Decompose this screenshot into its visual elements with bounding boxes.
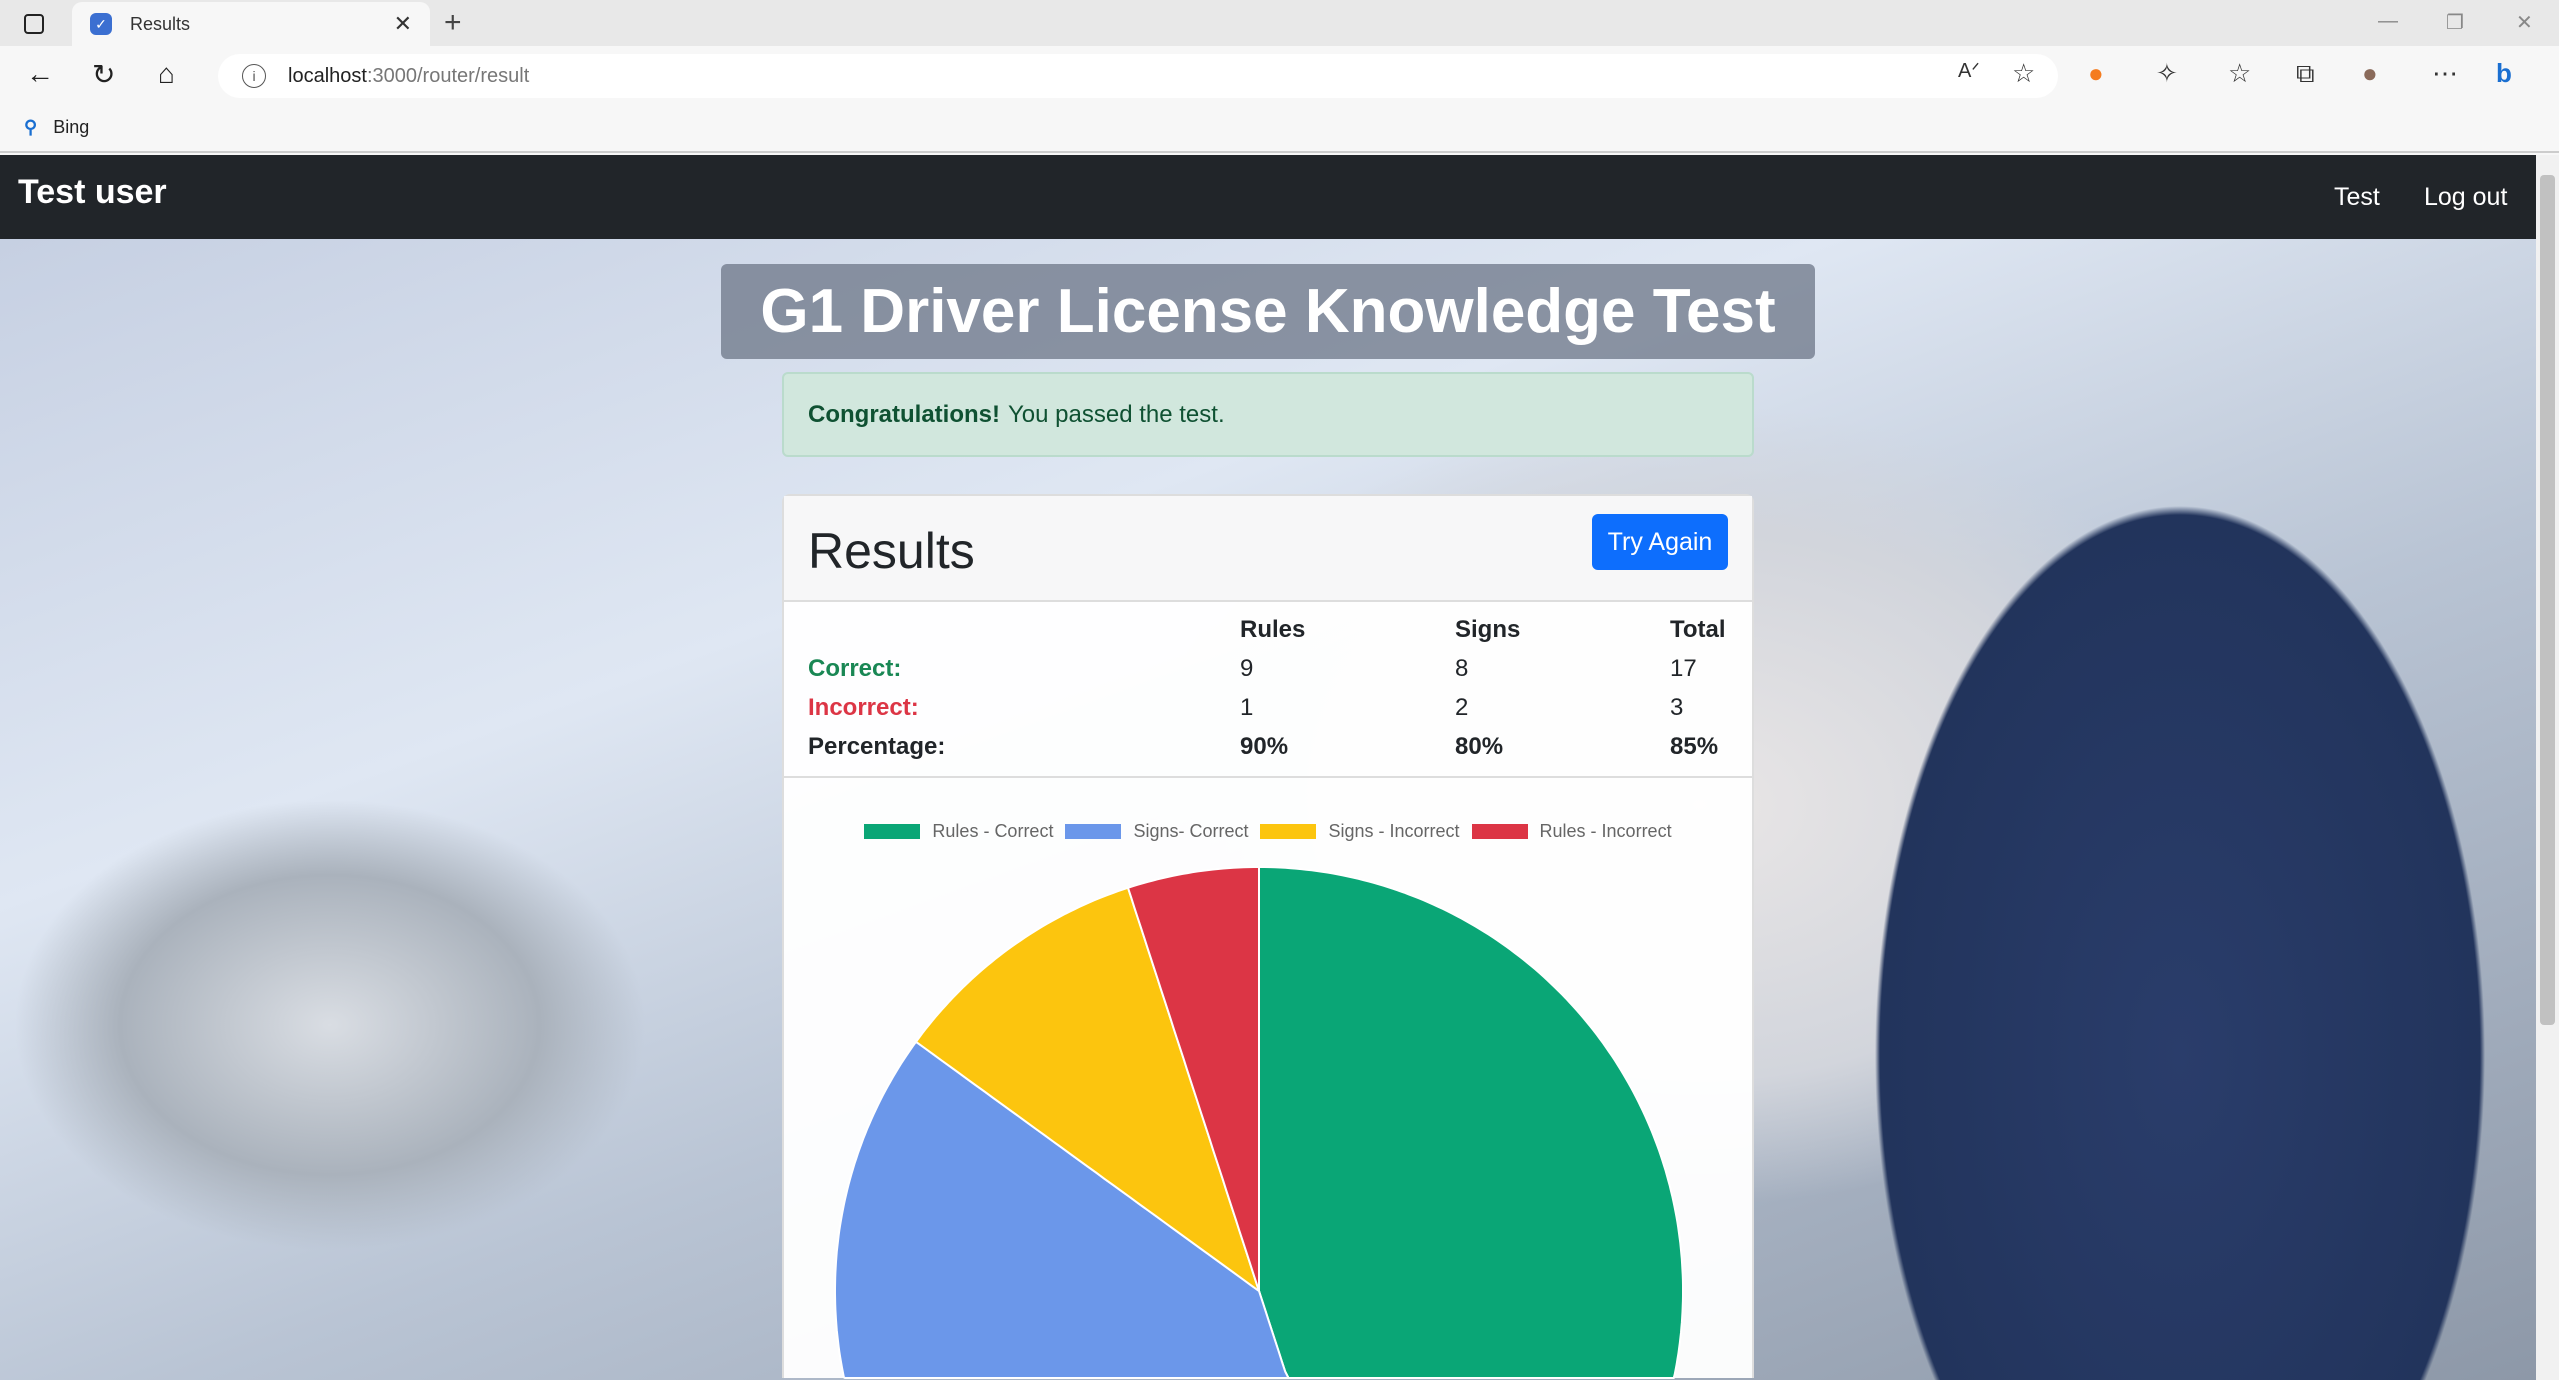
restore-icon[interactable]: ❐	[2446, 10, 2464, 35]
alert-strong: Congratulations!	[808, 400, 1000, 428]
legend-swatch	[1260, 824, 1317, 839]
url-host: localhost	[288, 64, 367, 87]
legend-label: Rules - Incorrect	[1539, 821, 1672, 841]
nav-link-logout[interactable]: Log out	[2424, 183, 2507, 212]
legend-swatch	[1471, 824, 1528, 839]
profile-avatar[interactable]: ●	[2362, 58, 2378, 89]
legend-item[interactable]: Signs - Incorrect	[1260, 821, 1460, 842]
page-content: Test user Test Log out G1 Driver License…	[0, 155, 2536, 1380]
reload-icon[interactable]: ↻	[92, 58, 115, 91]
nav-link-test[interactable]: Test	[2334, 183, 2380, 212]
extension-icon[interactable]: ●	[2088, 58, 2104, 89]
results-card: Results Try Again Rules Signs Total Corr…	[782, 494, 1754, 1379]
home-icon[interactable]: ⌂	[158, 58, 175, 90]
close-window-icon[interactable]: ✕	[2516, 10, 2533, 35]
read-aloud-icon[interactable]: Aᐟ	[1958, 58, 1980, 83]
scrollbar[interactable]	[2536, 155, 2559, 1380]
success-alert: Congratulations! You passed the test.	[782, 372, 1754, 457]
scrollbar-thumb[interactable]	[2540, 175, 2555, 1025]
pie-chart	[834, 866, 1684, 1379]
legend-swatch	[1065, 824, 1122, 839]
back-icon[interactable]: ←	[26, 58, 54, 90]
tab-bar: ✓ Results ✕ + — ❐ ✕	[0, 0, 2559, 46]
legend-item[interactable]: Signs- Correct	[1065, 821, 1248, 842]
checkbox-favicon-icon: ✓	[90, 13, 112, 35]
tab-title: Results	[130, 13, 191, 34]
legend-item[interactable]: Rules - Correct	[864, 821, 1053, 842]
collections-icon[interactable]: ⧉	[2296, 58, 2315, 90]
alert-text: You passed the test.	[1008, 400, 1225, 428]
page-title: G1 Driver License Knowledge Test	[721, 264, 1815, 359]
address-row: ← ↻ ⌂ i localhost:3000/router/result Aᐟ …	[0, 46, 2559, 103]
bing-copilot-icon[interactable]: b	[2496, 58, 2512, 89]
legend-swatch	[864, 824, 921, 839]
more-icon[interactable]: ⋯	[2432, 58, 2458, 89]
browser-tab[interactable]: ✓ Results ✕	[72, 2, 430, 46]
chart-legend: Rules - Correct Signs- Correct Signs - Inc…	[784, 821, 1752, 842]
close-tab-icon[interactable]: ✕	[394, 11, 412, 37]
address-bar[interactable]: i localhost:3000/router/result	[218, 54, 2058, 98]
pie-slice-rules-correct[interactable]	[1258, 866, 1684, 1379]
favorite-bing[interactable]: Bing	[53, 117, 89, 138]
navbar: Test user Test Log out	[0, 155, 2536, 239]
favorites-icon[interactable]: ☆	[2228, 58, 2251, 89]
extensions-icon[interactable]: ✧	[2156, 58, 2178, 89]
sidebar-toggle-icon[interactable]	[24, 14, 44, 34]
new-tab-icon[interactable]: +	[444, 6, 462, 40]
navbar-brand[interactable]: Test user	[18, 173, 167, 212]
minimize-icon[interactable]: —	[2378, 10, 2398, 33]
legend-label: Signs- Correct	[1133, 821, 1249, 841]
legend-label: Signs - Incorrect	[1328, 821, 1460, 841]
favorite-add-icon[interactable]: ☆	[2012, 58, 2035, 89]
info-icon[interactable]: i	[242, 64, 266, 88]
legend-item[interactable]: Rules - Incorrect	[1471, 821, 1672, 842]
url-path: :3000/router/result	[366, 64, 530, 87]
favorites-bar: ⚲ Bing	[0, 103, 2559, 153]
legend-label: Rules - Correct	[932, 821, 1054, 841]
search-icon: ⚲	[24, 116, 38, 137]
